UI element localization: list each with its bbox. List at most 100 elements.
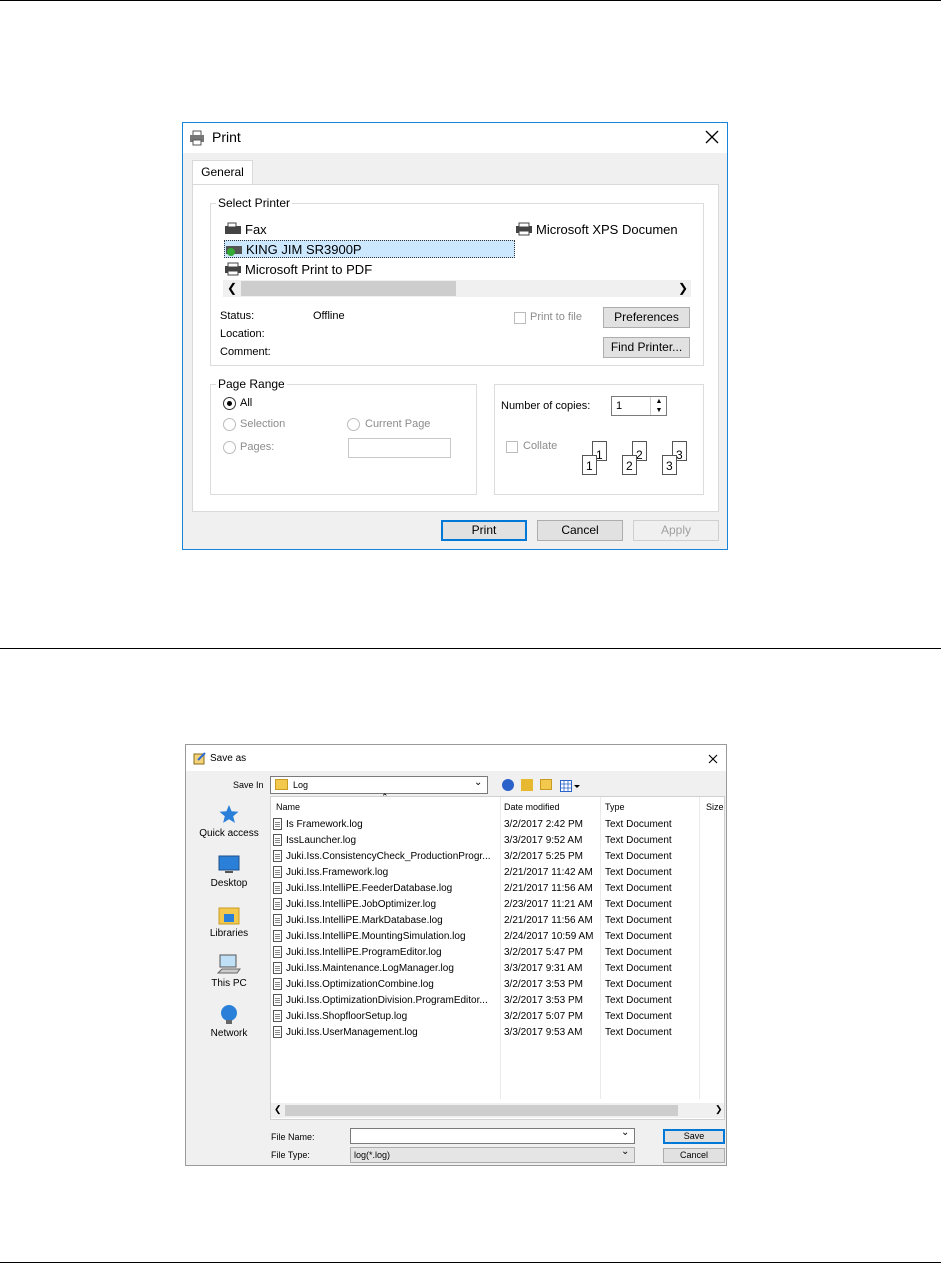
printer-item-king-jim[interactable]: KING JIM SR3900P (224, 240, 515, 258)
file-name: Juki.Iss.ShopfloorSetup.log (286, 1011, 408, 1022)
new-folder-icon[interactable] (540, 779, 552, 790)
all-radio[interactable] (223, 397, 236, 410)
file-type-select[interactable]: log(*.log) ⌄ (350, 1146, 635, 1163)
apply-button[interactable]: Apply (633, 520, 719, 541)
nav-this-pc[interactable]: This PC (189, 953, 269, 989)
chevron-down-icon[interactable]: ⌄ (474, 777, 482, 788)
file-list[interactable]: ⌃ Name Date modified Type Size Is Framew… (270, 792, 725, 1120)
scroll-right-icon[interactable]: ❯ (715, 1104, 723, 1115)
printer-list-scrollbar[interactable]: ❮ ❯ (223, 280, 691, 297)
file-list-scrollbar[interactable]: ❮ ❯ (271, 1103, 724, 1118)
file-date: 2/21/2017 11:56 AM (504, 915, 593, 926)
current-page-radio[interactable] (347, 418, 360, 431)
tab-general[interactable]: General (192, 160, 253, 185)
save-in-select[interactable]: Log ⌄ (270, 776, 488, 794)
computer-icon (216, 954, 241, 974)
file-date: 3/3/2017 9:52 AM (504, 835, 583, 846)
nav-network[interactable]: Network (189, 1003, 269, 1039)
text-document-icon (273, 1010, 282, 1022)
col-header-type[interactable]: Type (605, 802, 625, 812)
table-row[interactable]: Juki.Iss.UserManagement.log 3/3/2017 9:53… (271, 1025, 723, 1041)
nav-label: Quick access (199, 828, 259, 839)
middle-rule (0, 648, 941, 649)
spin-up-icon[interactable]: ▲ (650, 397, 667, 406)
selection-label: Selection (240, 418, 286, 430)
save-as-title-icon (193, 752, 206, 765)
all-label: All (240, 397, 253, 409)
collate-checkbox[interactable] (506, 441, 518, 453)
chevron-down-icon[interactable]: ⌄ (621, 1146, 629, 1157)
printer-item-fax[interactable]: Fax (224, 220, 267, 238)
col-header-size[interactable]: Size (706, 802, 724, 812)
table-row[interactable]: Juki.Iss.Framework.log 2/21/2017 11:42 AM… (271, 865, 723, 881)
table-row[interactable]: Juki.Iss.IntelliPE.MountingSimulation.lo… (271, 929, 723, 945)
table-row[interactable]: IssLauncher.log 3/3/2017 9:52 AM Text Docu… (271, 833, 723, 849)
table-row[interactable]: Juki.Iss.IntelliPE.FeederDatabase.log 2/2… (271, 881, 723, 897)
scrollbar-thumb[interactable] (241, 281, 456, 296)
file-date: 3/2/2017 2:42 PM (504, 819, 583, 830)
pages-input[interactable] (348, 438, 451, 458)
scroll-right-icon[interactable]: ❯ (678, 281, 688, 295)
top-rule (0, 0, 941, 1)
scroll-left-icon[interactable]: ❮ (274, 1104, 282, 1115)
find-printer-button[interactable]: Find Printer... (603, 337, 690, 358)
copies-stepper[interactable]: 1 ▲ ▼ (611, 396, 667, 416)
print-to-file-checkbox[interactable] (514, 312, 526, 324)
file-date: 2/23/2017 11:21 AM (504, 899, 593, 910)
col-header-name[interactable]: Name (276, 802, 300, 812)
table-row[interactable]: Juki.Iss.IntelliPE.ProgramEditor.log 3/2/… (271, 945, 723, 961)
table-row[interactable]: Juki.Iss.IntelliPE.MarkDatabase.log 2/21/… (271, 913, 723, 929)
libraries-icon (218, 907, 240, 925)
printer-label-xps: Microsoft XPS Documen (536, 221, 678, 237)
printer-label-pdf: Microsoft Print to PDF (245, 261, 373, 277)
file-name-input[interactable]: ⌄ (350, 1127, 635, 1144)
page-icon: 1 (582, 455, 597, 475)
text-document-icon (273, 818, 282, 830)
text-document-icon (273, 898, 282, 910)
spin-down-icon[interactable]: ▼ (650, 406, 667, 415)
printer-default-icon (226, 246, 242, 256)
close-icon[interactable] (706, 752, 720, 766)
save-in-label: Save In (233, 780, 264, 790)
print-button[interactable]: Print (441, 520, 527, 541)
table-row[interactable]: Juki.Iss.IntelliPE.JobOptimizer.log 2/23/… (271, 897, 723, 913)
file-date: 3/3/2017 9:31 AM (504, 963, 583, 974)
nav-libraries[interactable]: Libraries (189, 905, 269, 939)
printer-item-xps[interactable]: Microsoft XPS Documen (515, 220, 693, 238)
collate-label: Collate (523, 440, 558, 452)
up-folder-icon[interactable] (521, 779, 533, 791)
table-row[interactable]: Is Framework.log 3/2/2017 2:42 PM Text Doc… (271, 817, 723, 833)
nav-desktop[interactable]: Desktop (189, 855, 269, 889)
printer-item-pdf[interactable]: Microsoft Print to PDF (224, 260, 372, 278)
file-name: Juki.Iss.IntelliPE.ProgramEditor.log (286, 947, 442, 958)
page-number: 1 (586, 459, 593, 473)
chevron-down-icon[interactable]: ⌄ (621, 1127, 629, 1138)
cancel-button[interactable]: Cancel (537, 520, 623, 541)
status-label: Status: (220, 310, 255, 322)
col-header-date[interactable]: Date modified (504, 802, 560, 812)
scroll-left-icon[interactable]: ❮ (227, 281, 237, 295)
text-document-icon (273, 930, 282, 942)
file-type: Text Document (605, 819, 672, 830)
table-row[interactable]: Juki.Iss.ShopfloorSetup.log 3/2/2017 5:07… (271, 1009, 723, 1025)
text-document-icon (273, 962, 282, 974)
table-row[interactable]: Juki.Iss.ConsistencyCheck_ProductionProg… (271, 849, 723, 865)
pages-radio[interactable] (223, 441, 236, 454)
save-button[interactable]: Save (663, 1129, 725, 1144)
pages-label: Pages: (240, 441, 275, 453)
table-row[interactable]: Juki.Iss.Maintenance.LogManager.log 3/3/2… (271, 961, 723, 977)
file-date: 3/2/2017 5:07 PM (504, 1011, 583, 1022)
file-date: 3/2/2017 5:47 PM (504, 947, 583, 958)
selection-radio[interactable] (223, 418, 236, 431)
table-row[interactable]: Juki.Iss.OptimizationCombine.log 3/2/2017… (271, 977, 723, 993)
scrollbar-thumb[interactable] (285, 1105, 678, 1116)
save-cancel-button[interactable]: Cancel (663, 1148, 725, 1163)
view-menu-icon[interactable] (560, 779, 580, 792)
close-icon[interactable] (702, 127, 722, 147)
back-icon[interactable] (502, 779, 514, 791)
preferences-button[interactable]: Preferences (603, 307, 690, 328)
nav-quick-access[interactable]: Quick access (189, 803, 269, 839)
file-type-label: File Type: (271, 1150, 310, 1160)
table-row[interactable]: Juki.Iss.OptimizationDivision.ProgramEdi… (271, 993, 723, 1009)
save-as-title: Save as (210, 753, 247, 764)
